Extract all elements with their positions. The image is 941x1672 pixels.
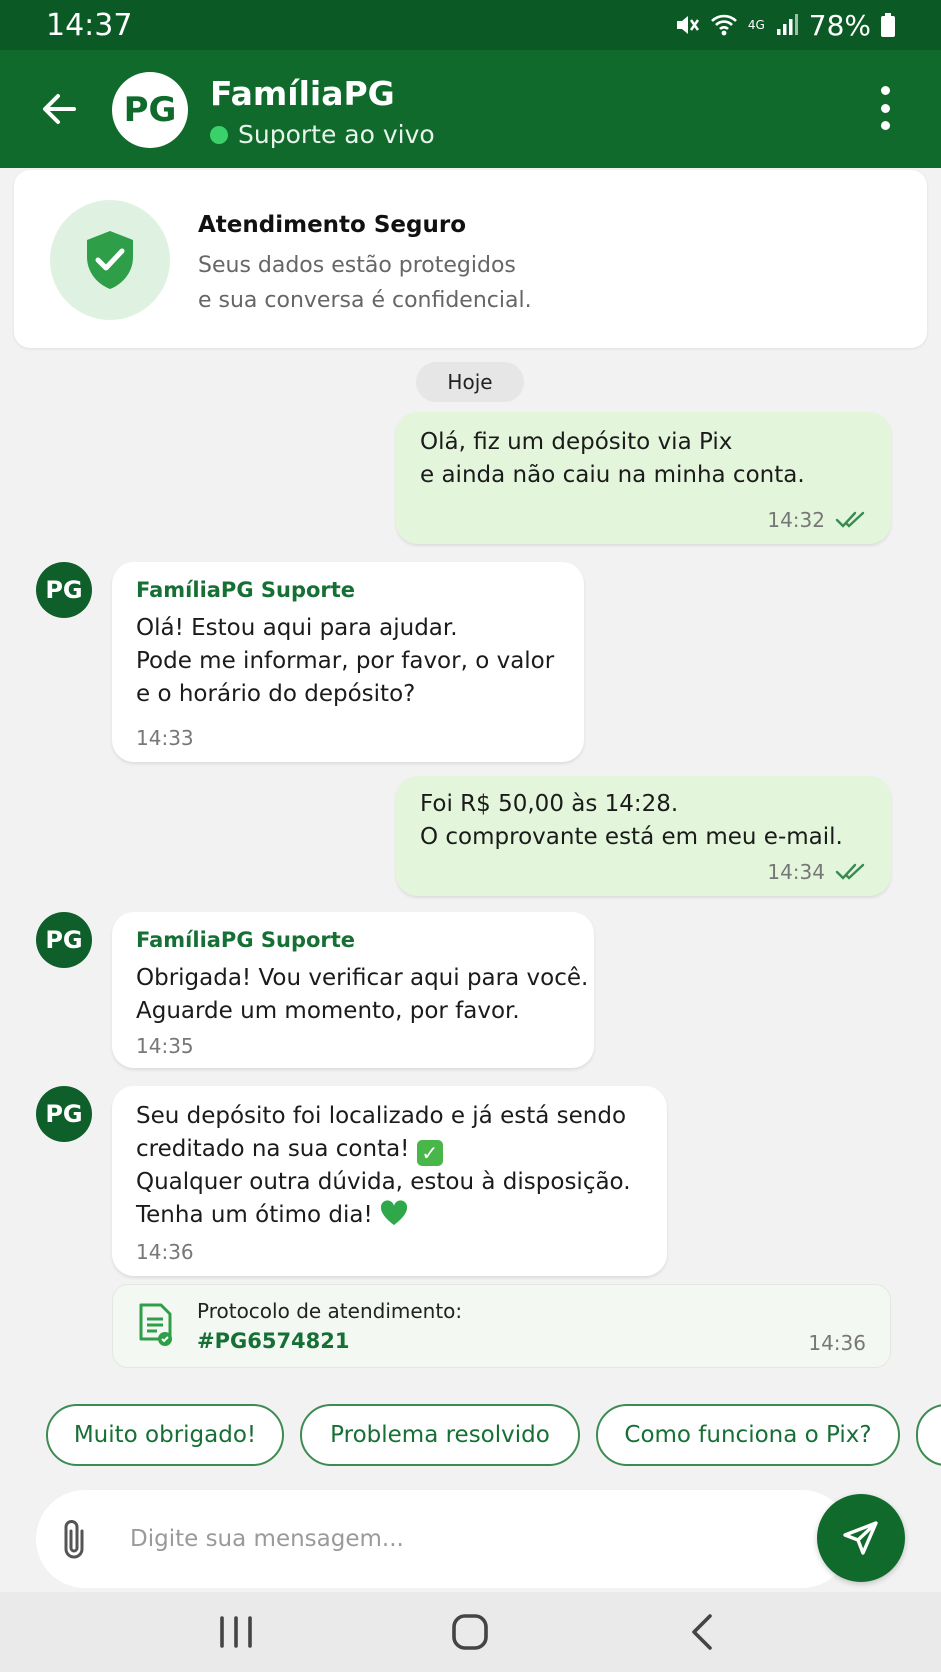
message-sender: FamíliaPG Suporte <box>136 578 356 602</box>
more-vert-dot <box>880 103 890 113</box>
network-label: 4G <box>747 18 765 32</box>
message-outgoing[interactable]: Foi R$ 50,00 às 14:28. O comprovante est… <box>396 776 891 896</box>
secure-title: Atendimento Seguro <box>198 212 467 238</box>
message-line: Aguarde um momento, por favor. <box>136 998 520 1024</box>
recents-icon <box>220 1616 252 1648</box>
secure-banner: Atendimento Seguro Seus dados estão prot… <box>14 170 927 348</box>
chat-title: FamíliaPG <box>210 74 395 113</box>
message-time: 14:35 <box>136 1034 194 1058</box>
back-arrow-icon <box>43 94 76 124</box>
message-time: 14:33 <box>136 726 194 750</box>
nav-back-button[interactable] <box>682 1610 726 1654</box>
home-button[interactable] <box>448 1610 492 1654</box>
message-line: Obrigada! Vou verificar aqui para você. <box>136 965 589 991</box>
more-options-button[interactable] <box>879 86 891 130</box>
message-line: Tenha um ótimo dia! <box>136 1199 631 1232</box>
document-icon <box>139 1303 172 1346</box>
recents-button[interactable] <box>214 1610 258 1654</box>
green-heart-icon <box>380 1200 408 1225</box>
more-vert-dot <box>880 121 890 130</box>
status-icons: 4G 78% <box>674 9 895 42</box>
message-text: Olá! Estou aqui para ajudar. Pode me inf… <box>136 612 554 711</box>
chat-status-text: Suporte ao vivo <box>238 120 435 149</box>
status-time: 14:37 <box>46 7 133 43</box>
message-time: 14:34 <box>767 860 825 884</box>
shield-badge <box>50 200 170 320</box>
send-icon <box>843 1521 878 1555</box>
message-line-text: creditado na sua conta! <box>136 1136 410 1162</box>
protocol-time: 14:36 <box>808 1331 866 1355</box>
attach-button[interactable] <box>60 1517 88 1566</box>
back-button[interactable] <box>38 88 80 130</box>
message-text: Seu depósito foi localizado e já está se… <box>136 1100 631 1232</box>
wifi-icon <box>710 13 738 37</box>
message-time: 14:36 <box>136 1240 194 1264</box>
paperclip-icon <box>64 1520 84 1559</box>
message-incoming[interactable]: Seu depósito foi localizado e já está se… <box>112 1086 667 1276</box>
online-dot-icon <box>210 125 228 144</box>
message-input[interactable] <box>130 1514 690 1564</box>
protocol-label: Protocolo de atendimento: <box>197 1299 463 1323</box>
signal-icon <box>775 13 799 37</box>
protocol-code: #PG6574821 <box>197 1329 350 1353</box>
quick-reply-chip[interactable]: Muito obrigado! <box>46 1404 284 1466</box>
date-divider: Hoje <box>416 362 524 402</box>
quick-reply-chip-partial[interactable] <box>916 1404 941 1466</box>
message-line: Foi R$ 50,00 às 14:28. <box>420 791 679 817</box>
protocol-card[interactable]: Protocolo de atendimento: #PG6574821 14:… <box>112 1284 891 1368</box>
battery-percent: 78% <box>808 8 871 42</box>
support-avatar[interactable]: PG <box>36 1086 92 1142</box>
secure-description: Seus dados estão protegidos e sua conver… <box>198 248 718 318</box>
battery-icon <box>881 13 895 37</box>
send-button[interactable] <box>817 1494 905 1582</box>
message-time: 14:32 <box>767 508 825 532</box>
support-avatar[interactable]: PG <box>36 912 92 968</box>
nav-back-icon <box>692 1614 712 1650</box>
message-text: Obrigada! Vou verificar aqui para você. … <box>136 962 588 1028</box>
system-nav-bar <box>0 1592 941 1672</box>
double-check-icon <box>835 511 865 528</box>
message-text: Olá, fiz um depósito via Pix e ainda não… <box>420 426 805 492</box>
message-line: e o horário do depósito? <box>136 681 416 707</box>
secure-line: e sua conversa é confidencial. <box>198 288 532 313</box>
message-line: Olá! Estou aqui para ajudar. <box>136 615 458 641</box>
message-line: e ainda não caiu na minha conta. <box>420 462 805 488</box>
message-meta: 14:34 <box>767 860 867 884</box>
message-meta: 14:32 <box>767 508 867 532</box>
message-outgoing[interactable]: Olá, fiz um depósito via Pix e ainda não… <box>396 412 891 544</box>
support-avatar[interactable]: PG <box>36 562 92 618</box>
message-line: O comprovante está em meu e-mail. <box>420 824 843 850</box>
shield-check-icon <box>87 231 133 289</box>
quick-reply-chip[interactable]: Problema resolvido <box>300 1404 580 1466</box>
message-line: Qualquer outra dúvida, estou à disposiçã… <box>136 1169 631 1195</box>
more-vert-icon <box>880 86 890 95</box>
message-line: Olá, fiz um depósito via Pix <box>420 429 733 455</box>
quick-reply-chip[interactable]: Como funciona o Pix? <box>596 1404 900 1466</box>
message-line-text: Tenha um ótimo dia! <box>136 1202 373 1228</box>
message-text: Foi R$ 50,00 às 14:28. O comprovante est… <box>420 788 843 854</box>
chat-header: PG FamíliaPG Suporte ao vivo <box>0 50 941 168</box>
message-incoming[interactable]: FamíliaPG Suporte Olá! Estou aqui para a… <box>112 562 584 762</box>
status-bar: 14:37 4G 78% <box>0 0 941 50</box>
check-emoji-icon: ✓ <box>416 1140 443 1166</box>
message-line: creditado na sua conta! ✓ <box>136 1133 631 1166</box>
double-check-icon <box>835 863 865 880</box>
message-sender: FamíliaPG Suporte <box>136 928 356 952</box>
message-line: Pode me informar, por favor, o valor <box>136 648 555 674</box>
message-incoming[interactable]: FamíliaPG Suporte Obrigada! Vou verifica… <box>112 912 594 1068</box>
secure-line: Seus dados estão protegidos <box>198 253 516 278</box>
message-composer <box>36 1490 851 1588</box>
header-avatar[interactable]: PG <box>112 72 188 148</box>
mute-icon <box>674 12 700 38</box>
message-line: Seu depósito foi localizado e já está se… <box>136 1103 627 1129</box>
chat-status: Suporte ao vivo <box>210 120 435 149</box>
home-icon <box>452 1614 488 1650</box>
